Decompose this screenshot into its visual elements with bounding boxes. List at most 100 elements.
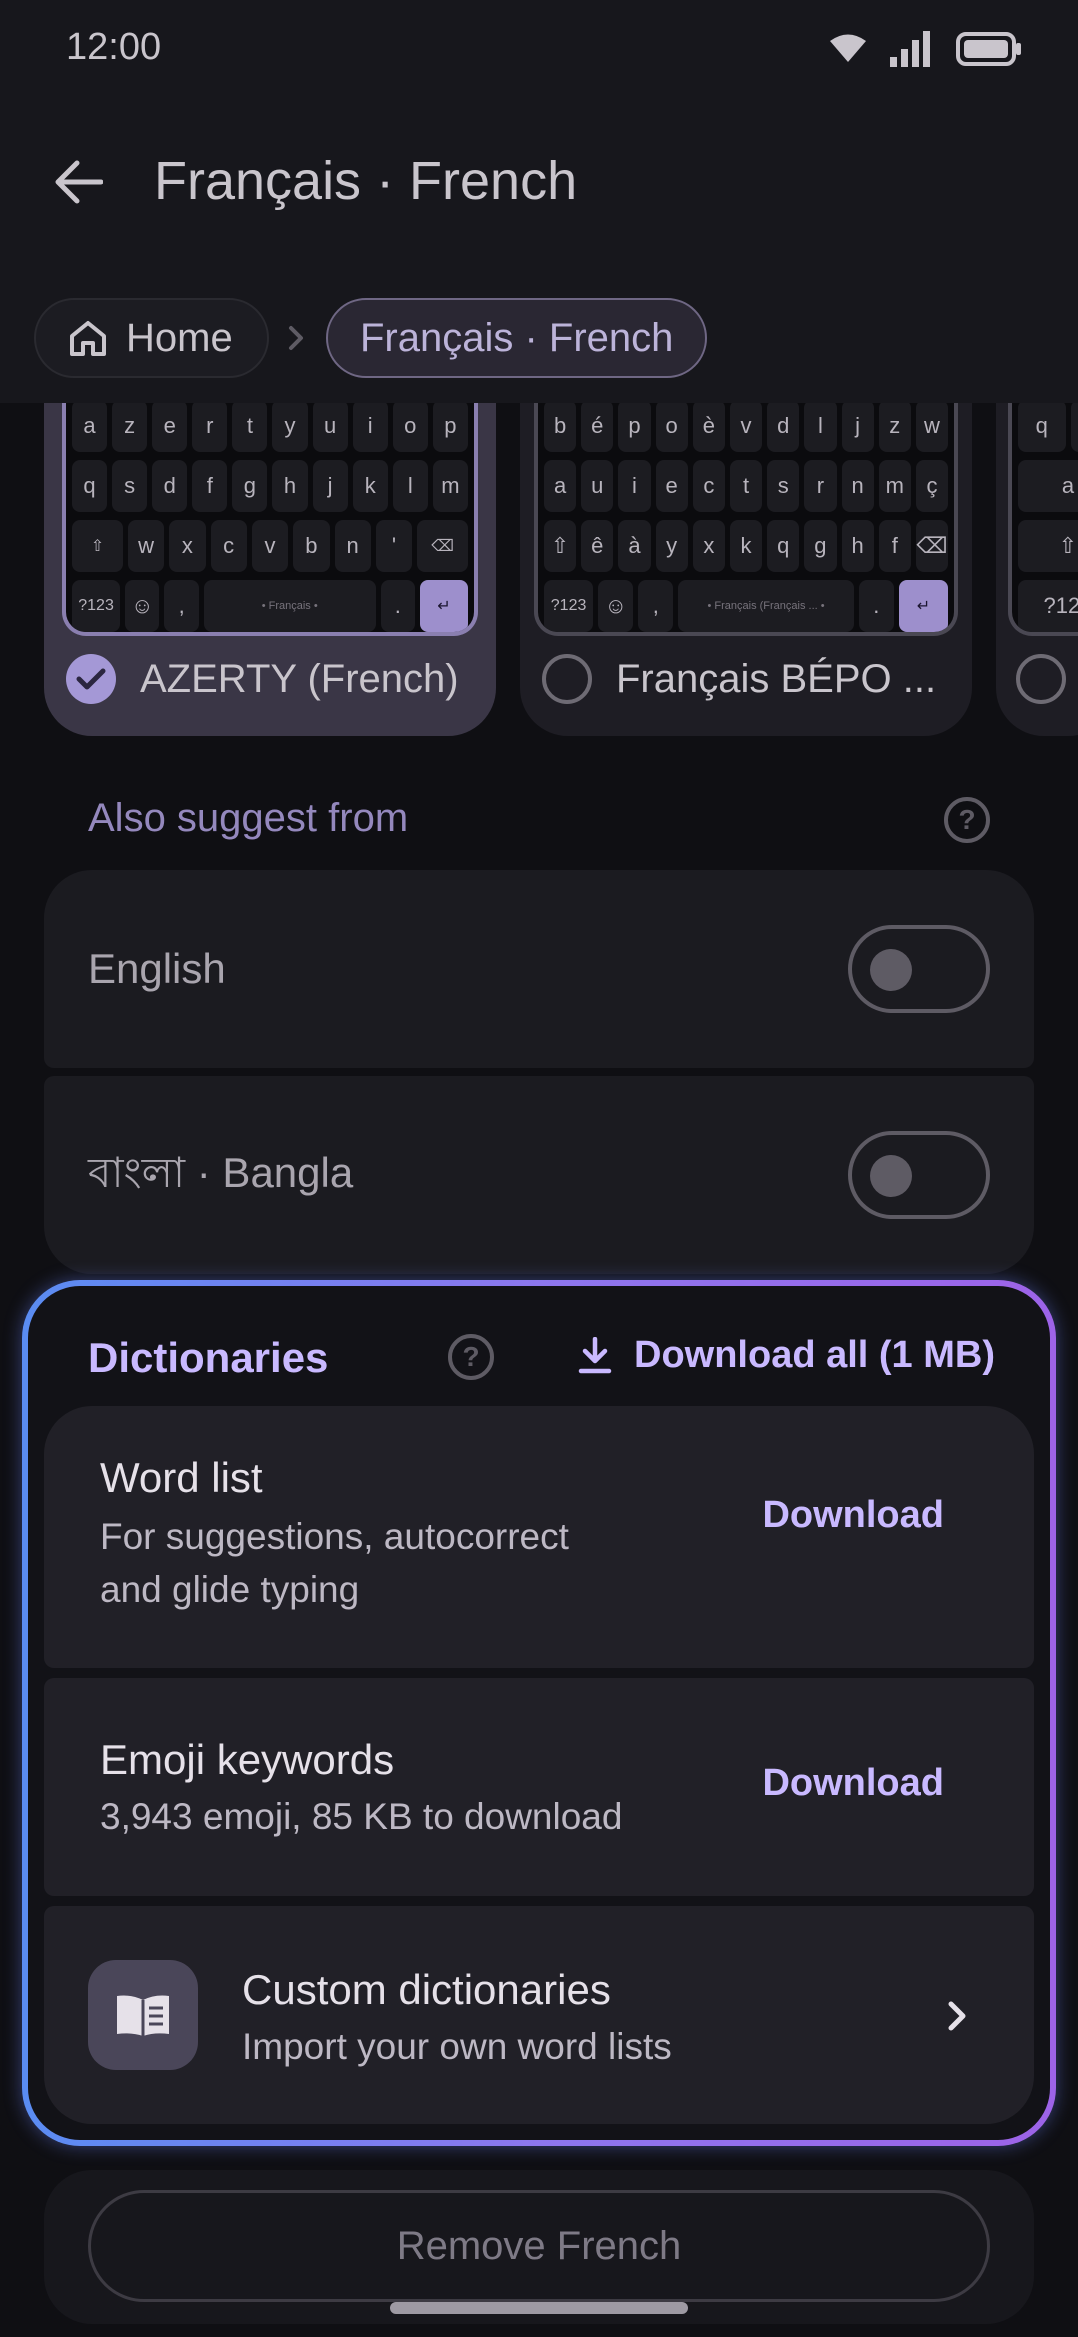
download-all-button[interactable]: Download all (1 MB) bbox=[578, 1334, 995, 1377]
key: u bbox=[581, 460, 614, 512]
key: z bbox=[878, 400, 911, 452]
key: k bbox=[352, 460, 388, 512]
key: ' bbox=[375, 520, 413, 572]
emoji-download-button[interactable]: Download bbox=[762, 1762, 944, 1805]
also-suggest-title: Also suggest from bbox=[88, 796, 409, 840]
keyboard-preview: b é p o è v d l j z w a u i e c t s r n … bbox=[534, 400, 958, 636]
keyboard-preview: q w a ⇧ ?123 bbox=[1008, 400, 1078, 636]
key: k bbox=[729, 520, 763, 572]
key: ⇧ bbox=[1018, 520, 1078, 572]
key: ⇧ bbox=[72, 520, 123, 572]
emoji-keywords-title: Emoji keywords bbox=[100, 1736, 395, 1783]
key: n bbox=[334, 520, 371, 572]
status-time: 12:00 bbox=[66, 26, 162, 68]
key: . bbox=[380, 580, 415, 632]
key: j bbox=[312, 460, 348, 512]
key: n bbox=[841, 460, 874, 512]
breadcrumb-home[interactable]: Home bbox=[34, 298, 269, 378]
key-row: ⇧ bbox=[1018, 520, 1078, 572]
home-icon bbox=[70, 321, 106, 356]
key: c bbox=[210, 520, 247, 572]
spacebar-key: • Français • bbox=[203, 580, 376, 632]
spacebar-key: • Français (Français ... • bbox=[678, 580, 854, 632]
chevron-right-icon bbox=[948, 2001, 966, 2031]
key: q bbox=[767, 520, 800, 572]
key: b bbox=[293, 520, 330, 572]
key: y bbox=[272, 400, 308, 452]
key: è bbox=[692, 400, 725, 452]
chevron-right-icon bbox=[289, 326, 303, 350]
download-icon bbox=[578, 1336, 612, 1373]
suggest-row-english[interactable]: English bbox=[44, 870, 1034, 1068]
download-all-label: Download all (1 MB) bbox=[634, 1334, 995, 1376]
key: v bbox=[729, 400, 763, 452]
key: d bbox=[152, 460, 188, 512]
layout-option: AZERTY (French) bbox=[66, 654, 459, 704]
key-row: ⇧ ê à y x k q g h f ⌫ bbox=[544, 520, 949, 572]
key-row: ?123 ☺ , • Français (Français ... • . ↵ bbox=[544, 580, 948, 632]
key: ⇧ bbox=[544, 520, 577, 572]
key-row: ?123 bbox=[1018, 580, 1078, 632]
radio-unselected-icon bbox=[542, 654, 592, 704]
battery-icon bbox=[956, 32, 1021, 66]
help-icon[interactable]: ? bbox=[448, 1334, 494, 1380]
radio-unselected-icon bbox=[1016, 654, 1066, 704]
key: h bbox=[841, 520, 874, 572]
key: ☺ bbox=[598, 580, 634, 632]
word-list-title: Word list bbox=[100, 1454, 263, 1501]
book-icon bbox=[88, 1960, 198, 2070]
breadcrumb-home-label: Home bbox=[126, 315, 233, 360]
key: , bbox=[164, 580, 199, 632]
key: u bbox=[312, 400, 348, 452]
key: q bbox=[1018, 400, 1066, 452]
key: h bbox=[272, 460, 308, 512]
key: f bbox=[192, 460, 228, 512]
custom-dictionaries-subtitle: Import your own word lists bbox=[242, 2026, 672, 2067]
key: ?123 bbox=[1018, 580, 1078, 632]
toggle-knob bbox=[870, 949, 912, 991]
key: w bbox=[127, 520, 165, 572]
suggest-row-label: বাংলা · Bangla bbox=[88, 1148, 354, 1196]
key: t bbox=[729, 460, 763, 512]
key: y bbox=[655, 520, 688, 572]
remove-language-button[interactable]: Remove French bbox=[88, 2190, 990, 2302]
toggle-switch-bangla[interactable] bbox=[848, 1131, 990, 1219]
key: p bbox=[432, 400, 468, 452]
key: i bbox=[352, 400, 388, 452]
word-list-subtitle-line: For suggestions, autocorrect bbox=[100, 1516, 569, 1557]
key: x bbox=[169, 520, 206, 572]
breadcrumb-current[interactable]: Français · French bbox=[326, 298, 708, 378]
key-row: ⇧ w x c v b n ' ⌫ bbox=[72, 520, 469, 572]
gesture-home-indicator[interactable] bbox=[390, 2302, 688, 2314]
key: f bbox=[878, 520, 911, 572]
toggle-switch-english[interactable] bbox=[848, 925, 990, 1013]
key: r bbox=[804, 460, 837, 512]
page-title: Français · French bbox=[154, 151, 578, 211]
key: a bbox=[544, 460, 577, 512]
keyboard-preview: a z e r t y u i o p q s d f g h j k l m … bbox=[62, 400, 478, 636]
layout-card-azerty[interactable]: a z e r t y u i o p q s d f g h j k l m … bbox=[44, 386, 496, 736]
back-button[interactable] bbox=[38, 142, 118, 222]
key: ☺ bbox=[125, 580, 160, 632]
layout-card-partial[interactable]: q w a ⇧ ?123 bbox=[996, 386, 1078, 736]
key: p bbox=[618, 400, 651, 452]
key: z bbox=[112, 400, 148, 452]
layout-card-bepo[interactable]: b é p o è v d l j z w a u i e c t s r n … bbox=[520, 386, 972, 736]
key: s bbox=[767, 460, 800, 512]
suggest-row-bangla[interactable]: বাংলা · Bangla bbox=[44, 1076, 1034, 1274]
arrow-back-icon bbox=[55, 160, 103, 204]
emoji-keywords-row: Emoji keywords 3,943 emoji, 85 KB to dow… bbox=[44, 1678, 1034, 1896]
key: e bbox=[655, 460, 688, 512]
key: ⌫ bbox=[915, 520, 949, 572]
key-row: q s d f g h j k l m bbox=[72, 460, 468, 512]
key: l bbox=[804, 400, 837, 452]
signal-icon bbox=[890, 31, 930, 67]
key: o bbox=[392, 400, 428, 452]
key-row: q w bbox=[1018, 400, 1078, 452]
status-icons bbox=[830, 26, 1022, 72]
key-row: ?123 ☺ , • Français • . ↵ bbox=[72, 580, 469, 632]
word-list-download-button[interactable]: Download bbox=[762, 1494, 944, 1537]
help-icon[interactable]: ? bbox=[944, 797, 990, 843]
custom-dictionaries-row[interactable]: Custom dictionaries Import your own word… bbox=[44, 1906, 1034, 2124]
key: c bbox=[692, 460, 725, 512]
